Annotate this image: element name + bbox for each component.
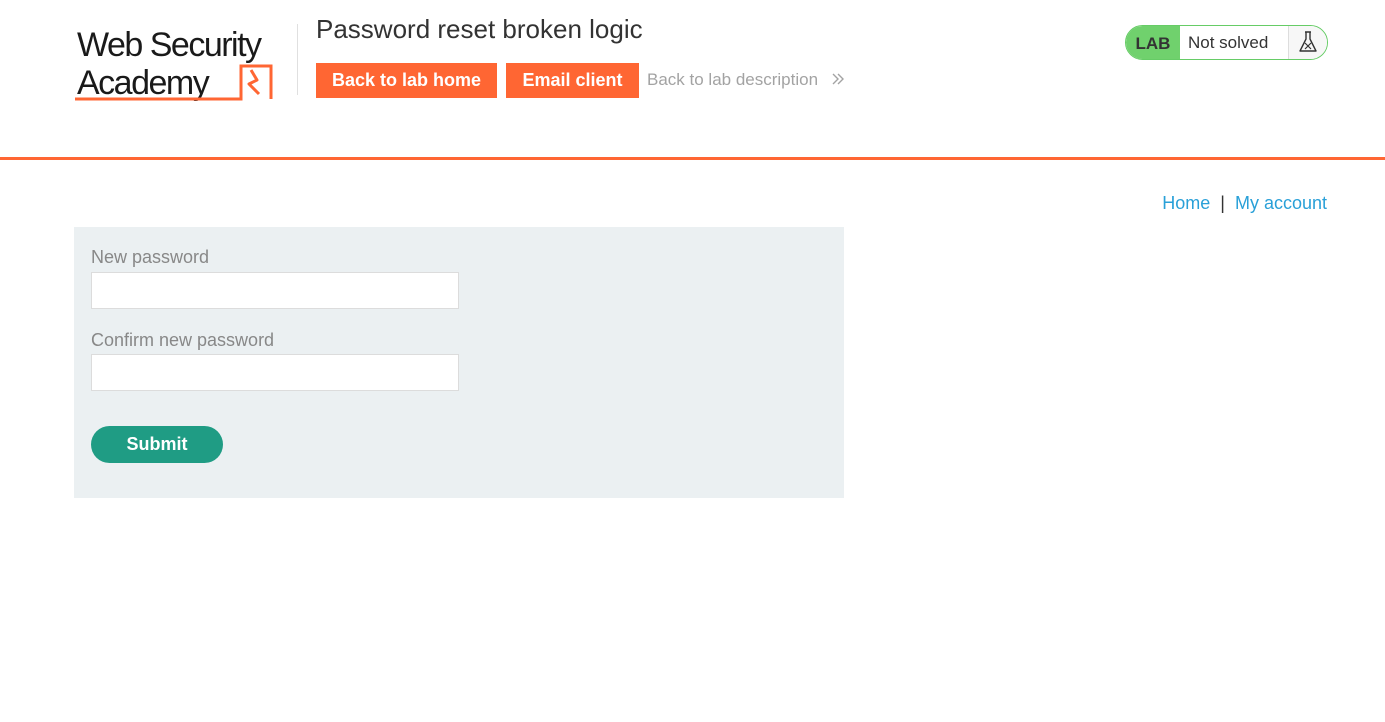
confirm-new-password-input[interactable]: [91, 354, 459, 391]
lab-status-badge: LAB Not solved: [1125, 25, 1328, 60]
flask-icon: [1288, 26, 1327, 59]
back-to-lab-description-link[interactable]: Back to lab description: [647, 70, 845, 91]
lab-title: Password reset broken logic: [316, 14, 643, 44]
svg-text:Web Security: Web Security: [77, 26, 262, 64]
svg-text:Academy: Academy: [77, 64, 210, 102]
confirm-new-password-label: Confirm new password: [91, 330, 275, 350]
back-to-lab-description-label: Back to lab description: [647, 70, 819, 89]
double-chevron-right-icon: [831, 71, 845, 91]
new-password-label: New password: [91, 247, 210, 267]
logo-divider: [297, 24, 298, 95]
nav-home-link[interactable]: Home: [1162, 193, 1210, 213]
email-client-button[interactable]: Email client: [506, 63, 639, 98]
submit-button[interactable]: Submit: [91, 426, 223, 463]
nav-my-account-link[interactable]: My account: [1235, 193, 1327, 213]
nav-separator: |: [1220, 193, 1225, 213]
top-navigation: Home | My account: [1162, 193, 1327, 214]
page-header: Web Security Academy Password reset brok…: [0, 0, 1385, 160]
lab-label: LAB: [1126, 26, 1180, 59]
lab-status-text: Not solved: [1188, 33, 1269, 52]
web-security-academy-logo[interactable]: Web Security Academy: [75, 24, 297, 104]
back-to-lab-home-button[interactable]: Back to lab home: [316, 63, 497, 98]
password-reset-form: New password Confirm new password Submit: [74, 227, 844, 498]
new-password-input[interactable]: [91, 272, 459, 309]
